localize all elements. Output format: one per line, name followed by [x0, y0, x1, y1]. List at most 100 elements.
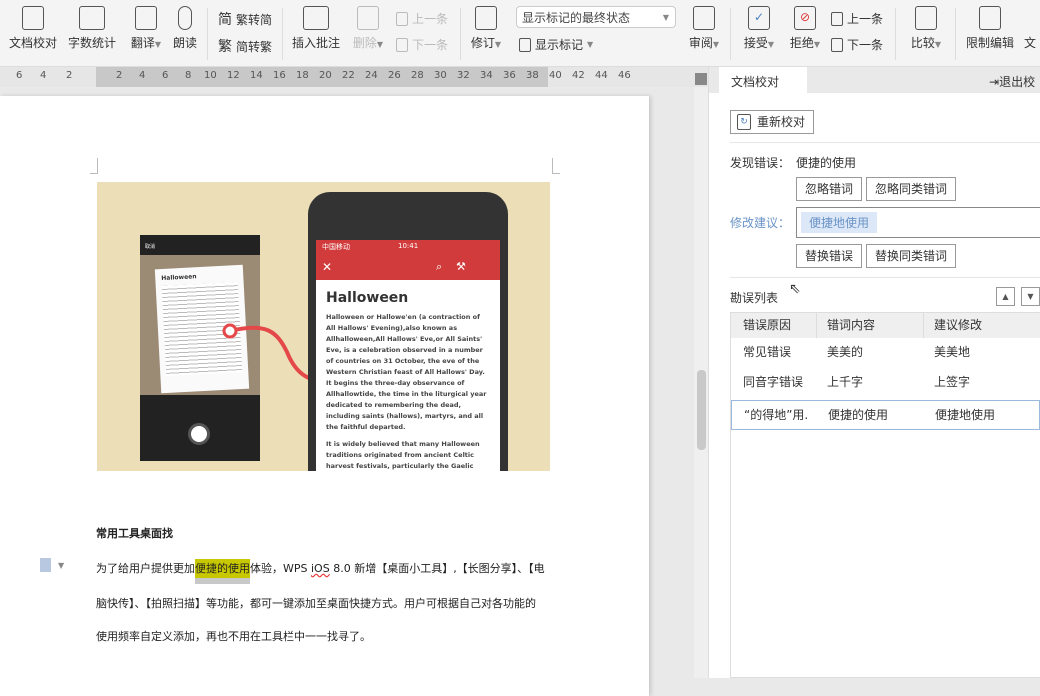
ruler-tick: 2 — [116, 70, 122, 81]
ruler-tick: 10 — [204, 70, 217, 81]
text: 8.0 新增【桌面小工具】,【长图分享】、【电 — [330, 562, 545, 575]
review-button[interactable]: 审阅▼ — [684, 0, 724, 51]
table-cell: 美美的 — [817, 338, 924, 368]
scrollbar-thumb[interactable] — [697, 370, 706, 450]
phone-header: 中国移动 10:41 ✕ ⌕ ⚒ — [316, 240, 500, 280]
exit-proofread-button[interactable]: ⇥退出校 — [989, 73, 1035, 90]
ruler-tick: 28 — [411, 70, 424, 81]
table-row[interactable]: 同音字错误上千字上签字 — [731, 368, 1040, 398]
reject-icon: ⊘ — [794, 6, 816, 30]
table-cell: 同音字错误 — [731, 368, 817, 398]
doc-button[interactable]: 文 — [1024, 0, 1040, 51]
ruler-tick: 2 — [66, 70, 72, 81]
ruler-tick: 18 — [296, 70, 309, 81]
markup-icon — [519, 38, 531, 52]
markup-mode-select[interactable]: 显示标记的最终状态▼ — [516, 6, 676, 28]
next-comment-button[interactable]: 下一条 — [396, 36, 448, 53]
trad-to-simp-button[interactable]: 简繁转简 — [218, 9, 272, 29]
label: 繁转简 — [236, 11, 272, 28]
tab-proofread[interactable]: 文档校对 — [719, 67, 807, 93]
table-cell: 常见错误 — [731, 338, 817, 368]
ruler-tick: 42 — [572, 70, 585, 81]
prev-change-button[interactable]: 上一条 — [831, 10, 883, 27]
table-row[interactable]: “的得地”用.便捷的使用便捷地使用 — [731, 400, 1040, 430]
spell-error[interactable]: iOS — [311, 562, 330, 575]
ruler-tick: 14 — [250, 70, 263, 81]
ignore-similar-button[interactable]: 忽略同类错词 — [866, 177, 956, 201]
ruler-tick: 46 — [618, 70, 631, 81]
doc-paragraph: Halloween or Hallowe'en (a contraction o… — [326, 312, 490, 433]
ruler-tick: 26 — [388, 70, 401, 81]
read-aloud-button[interactable]: 朗读 — [170, 0, 200, 51]
revise-button[interactable]: 修订▼ — [466, 0, 506, 51]
translate-icon — [135, 6, 157, 30]
ruler-tick: 36 — [503, 70, 516, 81]
ignore-word-button[interactable]: 忽略错词 — [796, 177, 862, 201]
label: 下一条 — [412, 36, 448, 53]
label: 比较 — [911, 36, 935, 50]
arrow-down-button[interactable]: ▼ — [1021, 287, 1040, 306]
simp-to-trad-button[interactable]: 繁简转繁 — [218, 36, 272, 56]
ruler-tick: 34 — [480, 70, 493, 81]
label: 插入批注 — [292, 36, 340, 50]
table-cell: 上千字 — [817, 368, 924, 398]
accept-button[interactable]: ✓接受▼ — [738, 0, 780, 51]
prev-comment-button[interactable]: 上一条 — [396, 10, 448, 27]
ruler-tick: 20 — [319, 70, 332, 81]
doc-line-3: 使用频率自定义添加，再也不用在工具栏中一一找寻了。 — [96, 628, 371, 644]
error-list: 错误原因 错词内容 建议修改 常见错误美美的美美地同音字错误上千字上签字“的得地… — [730, 312, 1040, 678]
right-phone: 中国移动 10:41 ✕ ⌕ ⚒ Halloween Halloween or … — [308, 192, 508, 471]
ruler[interactable]: 6422468101214161820222426283032343638404… — [0, 67, 708, 87]
restrict-edit-button[interactable]: 限制编辑 — [962, 0, 1018, 51]
table-row[interactable]: 常见错误美美的美美地 — [731, 338, 1040, 368]
suggestion-item[interactable]: 便捷地使用 — [801, 212, 877, 233]
proofread-button[interactable]: 文档校对 — [6, 0, 60, 51]
show-markup-button[interactable]: 显示标记▼ — [519, 36, 593, 53]
insert-comment-button[interactable]: 插入批注 — [290, 0, 342, 51]
label: 上一条 — [412, 10, 448, 27]
translate-button[interactable]: 翻译▼ — [124, 0, 168, 51]
doc-title: Halloween — [326, 290, 490, 306]
carrier: 中国移动 — [322, 242, 350, 252]
reject-button[interactable]: ⊘拒绝▼ — [784, 0, 826, 51]
doc-heading: 常用工具桌面找 — [96, 525, 173, 541]
doc-line-1: 为了给用户提供更加便捷的使用体验，WPS iOS 8.0 新增【桌面小工具】,【… — [96, 560, 545, 576]
lock-icon — [979, 6, 1001, 30]
label: 文档校对 — [731, 75, 779, 89]
ruler-tick: 4 — [139, 70, 145, 81]
table-header: 错误原因 错词内容 建议修改 — [731, 313, 1040, 338]
error-highlight[interactable]: 便捷的使用 — [195, 559, 250, 578]
halloween-illustration: 取消 Halloween 中国移动 10:41 ✕ ⌕ ⚒ Halloween … — [97, 182, 550, 471]
delete-comment-button[interactable]: 删除▼ — [348, 0, 388, 51]
chevron-down-icon[interactable]: ▼ — [58, 561, 64, 570]
text: 体验，WPS — [250, 562, 311, 575]
divider — [730, 8, 731, 60]
divider — [207, 8, 208, 60]
proofread-icon — [22, 6, 44, 30]
ruler-tick: 38 — [526, 70, 539, 81]
divider — [730, 142, 1040, 143]
search-icon: ⌕ — [436, 260, 442, 274]
wrench-icon: ⚒ — [456, 260, 466, 273]
wordcount-button[interactable]: 字数统计 — [64, 0, 120, 51]
column-header: 错词内容 — [817, 313, 924, 338]
simp-char-icon: 简 — [218, 9, 232, 29]
table-cell: 便捷的使用 — [818, 401, 925, 429]
compare-button[interactable]: 比较▼ — [904, 0, 948, 51]
column-header: 错误原因 — [731, 313, 817, 338]
suggestion-box[interactable]: 便捷地使用 — [796, 207, 1040, 238]
close-icon: ✕ — [322, 260, 332, 274]
recheck-button[interactable]: ↻重新校对 — [730, 110, 814, 134]
table-cell: 便捷地使用 — [925, 401, 1025, 429]
label: 退出校 — [999, 75, 1035, 89]
next-change-button[interactable]: 下一条 — [831, 36, 883, 53]
paragraph-icon[interactable] — [40, 558, 51, 572]
found-error-value: 便捷的使用 — [796, 154, 856, 171]
replace-button[interactable]: 替换错误 — [796, 244, 862, 268]
label: 文 — [1024, 36, 1036, 50]
ruler-tick: 4 — [40, 70, 46, 81]
revise-icon — [475, 6, 497, 30]
replace-similar-button[interactable]: 替换同类错词 — [866, 244, 956, 268]
panel-toggle-icon[interactable] — [695, 73, 707, 85]
arrow-up-button[interactable]: ▲ — [996, 287, 1015, 306]
